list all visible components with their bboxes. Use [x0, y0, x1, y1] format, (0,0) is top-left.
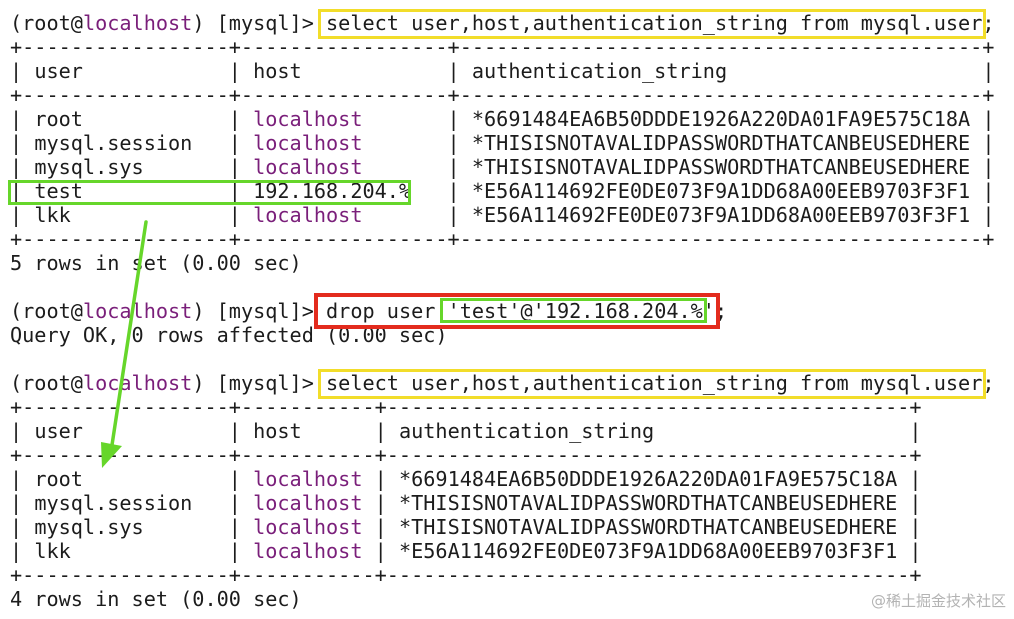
table2-header: | user | host | authentication_string | — [10, 419, 922, 443]
cell-auth: *6691484EA6B50DDDE1926A220DA01FA9E575C18… — [471, 107, 971, 131]
cell-user: mysql.session — [34, 131, 217, 155]
cell-host: 192.168.204.% — [253, 179, 436, 203]
cell-auth: *E56A114692FE0DE073F9A1DD68A00EEB9703F3F… — [471, 203, 971, 227]
table-row: | root | localhost | *6691484EA6B50DDDE1… — [10, 467, 922, 491]
prompt-line-2: (root@localhost) [mysql]> drop user 'tes… — [10, 299, 728, 323]
cell-user: root — [34, 107, 217, 131]
cell-auth: *THISISNOTAVALIDPASSWORDTHATCANBEUSEDHER… — [471, 155, 971, 179]
cell-auth: *THISISNOTAVALIDPASSWORDTHATCANBEUSEDHER… — [398, 491, 898, 515]
table1-header: | user | host | authentication_string | — [10, 59, 995, 83]
table-row: | mysql.sys | localhost | *THISISNOTAVAL… — [10, 155, 995, 179]
cell-auth: *THISISNOTAVALIDPASSWORDTHATCANBEUSEDHER… — [471, 131, 971, 155]
drop-command-suffix: ; — [714, 299, 728, 323]
table2-border-top: +-----------------+-----------+---------… — [10, 395, 922, 419]
header-user: user — [34, 59, 217, 83]
header-auth: authentication_string — [471, 59, 971, 83]
cell-host: localhost — [253, 491, 363, 515]
cell-host: localhost — [253, 203, 436, 227]
cell-user: lkk — [34, 203, 217, 227]
table2-summary: 4 rows in set (0.00 sec) — [10, 587, 302, 611]
cell-auth: *E56A114692FE0DE073F9A1DD68A00EEB9703F3F… — [471, 179, 971, 203]
cell-host: localhost — [253, 131, 436, 155]
table1-border-mid: +-----------------+-----------------+---… — [10, 83, 995, 107]
prompt-line-3: (root@localhost) [mysql]> select user,ho… — [10, 371, 995, 395]
header-host: host — [253, 419, 363, 443]
cell-host: localhost — [253, 515, 363, 539]
cell-user: mysql.sys — [34, 515, 217, 539]
cell-auth: *E56A114692FE0DE073F9A1DD68A00EEB9703F3F… — [398, 539, 898, 563]
table1-border-bottom: +-----------------+-----------------+---… — [10, 227, 995, 251]
prompt-host: localhost — [82, 11, 193, 35]
table1-border-top: +-----------------+-----------------+---… — [10, 35, 995, 59]
table-row: | root | localhost | *6691484EA6B50DDDE1… — [10, 107, 995, 131]
cell-auth: *THISISNOTAVALIDPASSWORDTHATCANBEUSEDHER… — [398, 515, 898, 539]
cell-auth: *6691484EA6B50DDDE1926A220DA01FA9E575C18… — [398, 467, 898, 491]
drop-command-target: 'test'@'192.168.204.%' — [447, 299, 715, 323]
cell-user: mysql.session — [34, 491, 217, 515]
prompt-line-1: (root@localhost) [mysql]> select user,ho… — [10, 11, 995, 35]
table1-summary: 5 rows in set (0.00 sec) — [10, 251, 302, 275]
table2-border-mid: +-----------------+-----------+---------… — [10, 443, 922, 467]
prompt-open: (root@ — [10, 11, 83, 35]
drop-result: Query OK, 0 rows affected (0.00 sec) — [10, 323, 448, 347]
header-auth: authentication_string — [398, 419, 898, 443]
table-row: | lkk | localhost | *E56A114692FE0DE073F… — [10, 203, 995, 227]
table-row: | mysql.session | localhost | *THISISNOT… — [10, 491, 922, 515]
watermark: @稀土掘金技术社区 — [870, 592, 1006, 610]
cell-host: localhost — [253, 155, 436, 179]
table2-border-bottom: +-----------------+-----------+---------… — [10, 563, 922, 587]
select-command: select user,host,authentication_string f… — [326, 371, 995, 395]
table-row: | test | 192.168.204.% | *E56A114692FE0D… — [10, 179, 995, 203]
header-host: host — [253, 59, 436, 83]
cell-user: lkk — [34, 539, 217, 563]
drop-command-prefix: drop user — [326, 299, 448, 323]
header-user: user — [34, 419, 217, 443]
cell-user: mysql.sys — [34, 155, 217, 179]
prompt-close: ) [mysql]> — [192, 11, 327, 35]
cell-host: localhost — [253, 539, 363, 563]
cell-user: test — [34, 179, 217, 203]
table-row: | lkk | localhost | *E56A114692FE0DE073F… — [10, 539, 922, 563]
cell-host: localhost — [253, 467, 363, 491]
cell-user: root — [34, 467, 217, 491]
cell-host: localhost — [253, 107, 436, 131]
table-row: | mysql.sys | localhost | *THISISNOTAVAL… — [10, 515, 922, 539]
select-command: select user,host,authentication_string f… — [326, 11, 995, 35]
table-row: | mysql.session | localhost | *THISISNOT… — [10, 131, 995, 155]
